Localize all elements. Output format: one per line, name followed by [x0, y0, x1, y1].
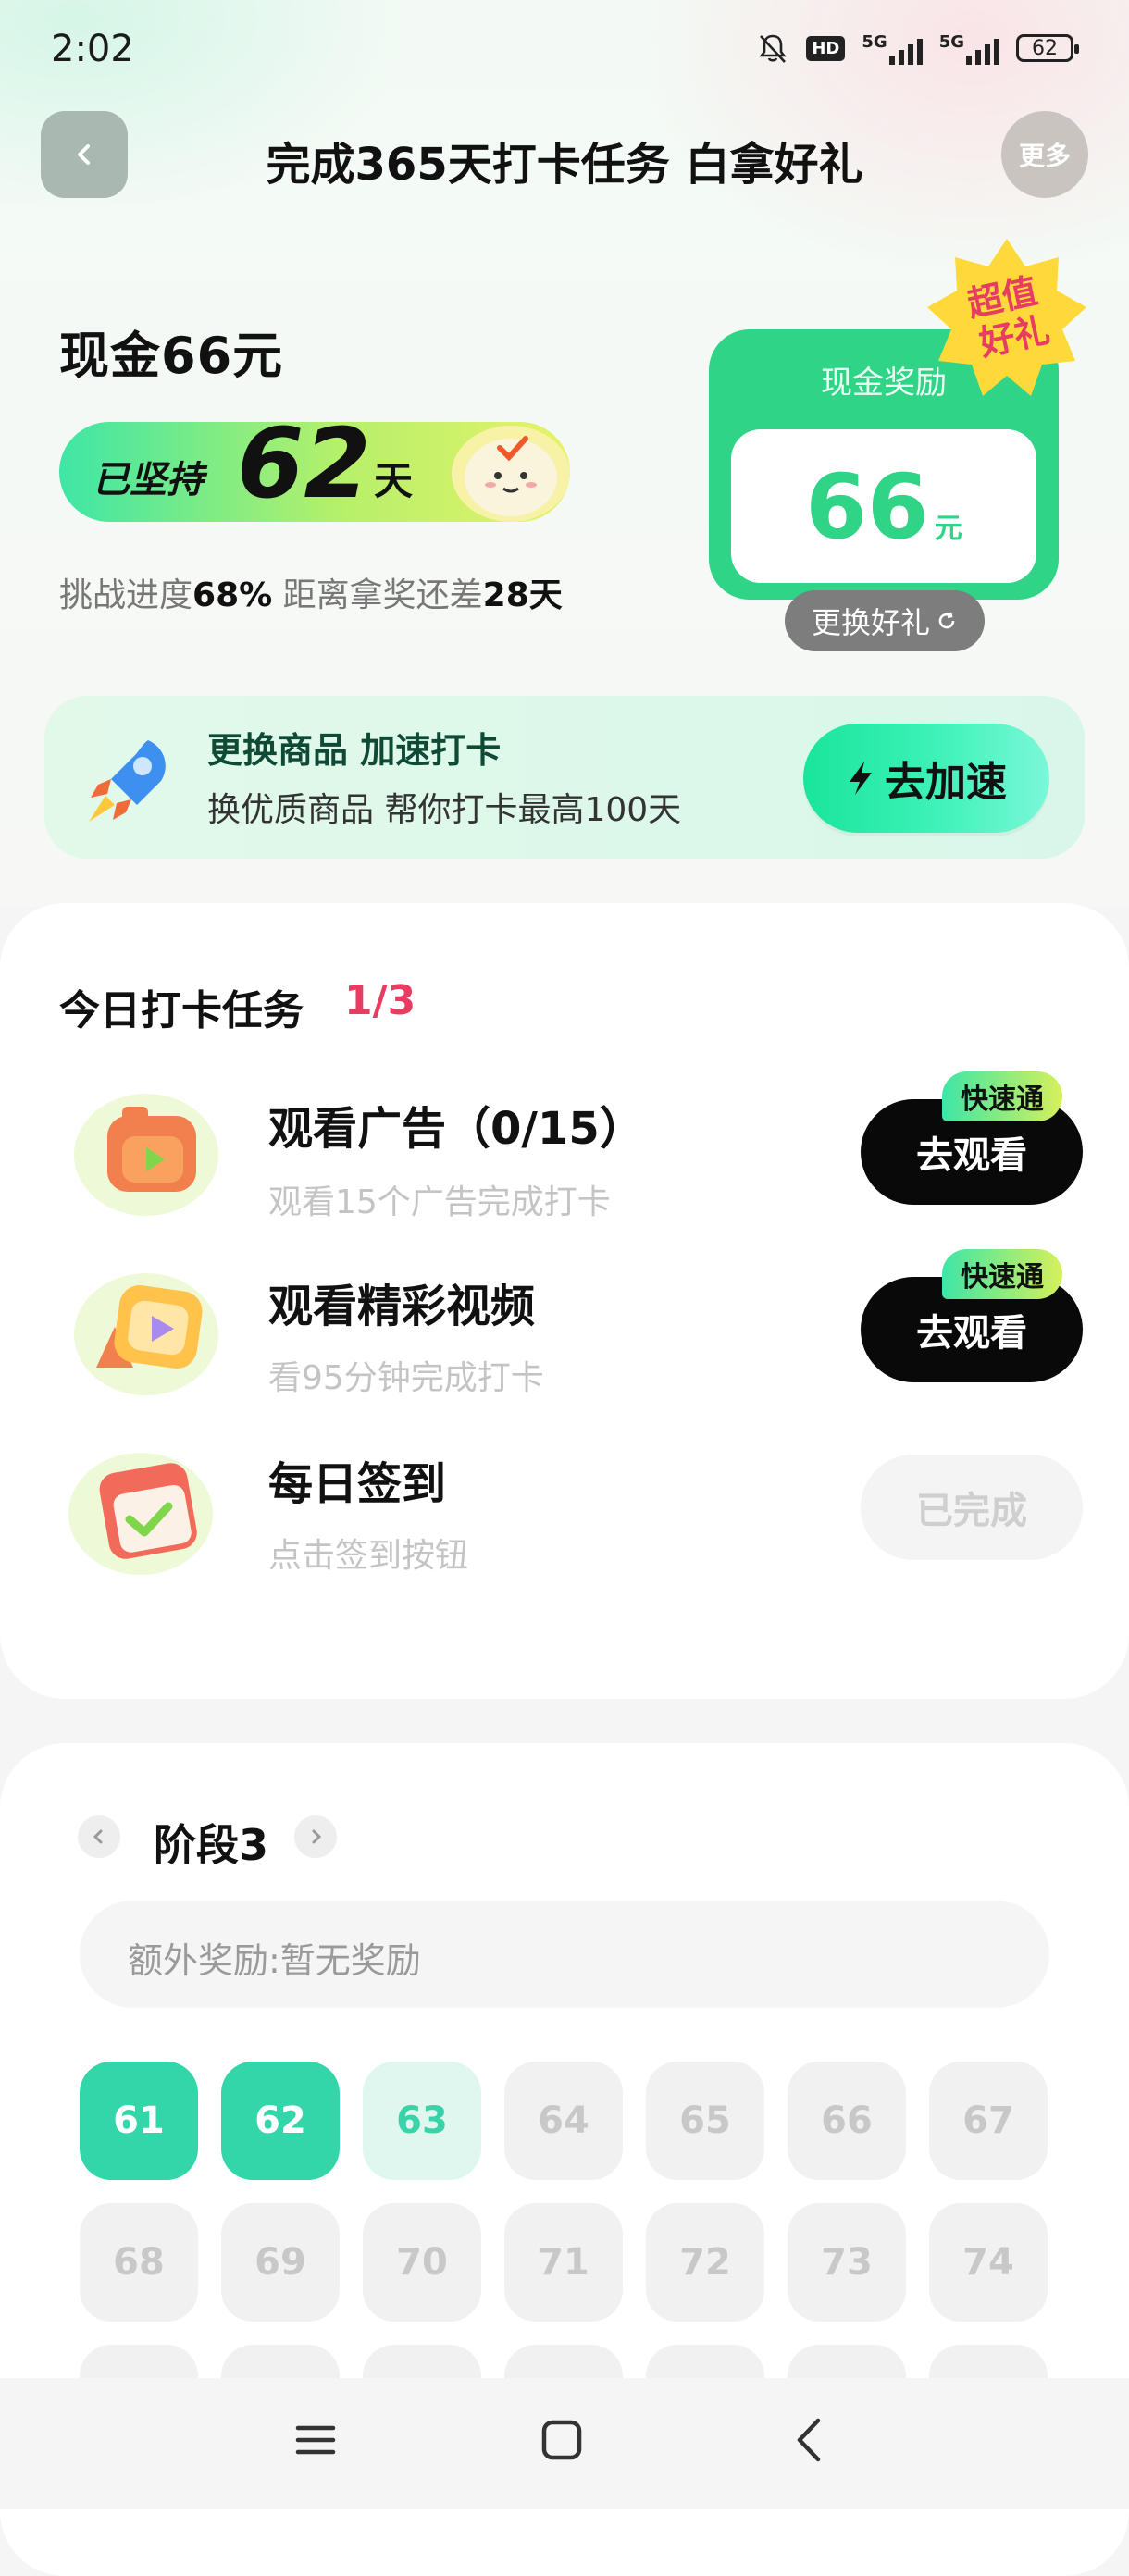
day-cell-partial [504, 2345, 623, 2382]
task-subtitle: 观看15个广告完成打卡 [268, 1183, 611, 1221]
signal-1: 5G [862, 32, 923, 65]
signal-2: 5G [939, 32, 999, 65]
day-cell-partial [929, 2345, 1048, 2382]
task-title: 观看精彩视频 [268, 1281, 536, 1332]
prev-stage-button[interactable] [78, 1815, 120, 1858]
mute-bell-icon [759, 34, 787, 63]
day-cell-63[interactable]: 63 [363, 2062, 481, 2180]
mascot-icon [452, 426, 570, 522]
task-subtitle: 看95分钟完成打卡 [268, 1359, 544, 1397]
persist-label: 已坚持 [93, 459, 204, 502]
refresh-icon [938, 612, 955, 629]
day-cell-71[interactable]: 71 [504, 2203, 623, 2322]
day-cell-70[interactable]: 70 [363, 2203, 481, 2322]
value-gift-badge: 超值 好礼 [927, 239, 1086, 396]
video-play-icon [74, 1273, 218, 1395]
home-icon[interactable] [540, 2419, 583, 2461]
task-title: 每日签到 [268, 1458, 447, 1510]
menu-icon[interactable] [294, 2419, 337, 2461]
day-cell-65[interactable]: 65 [646, 2062, 764, 2180]
fast-pass-tag: 快速通 [942, 1071, 1062, 1121]
day-cell-62[interactable]: 62 [221, 2062, 340, 2180]
tasks-title: 今日打卡任务 [59, 987, 304, 1034]
fast-pass-tag: 快速通 [942, 1249, 1062, 1299]
day-cell-73[interactable]: 73 [788, 2203, 906, 2322]
day-cell-64[interactable]: 64 [504, 2062, 623, 2180]
cash-title: 现金66元 [59, 327, 284, 385]
boost-subtitle: 换优质商品 帮你打卡最高100天 [207, 791, 682, 829]
day-cell-66[interactable]: 66 [788, 2062, 906, 2180]
task-subtitle: 点击签到按钮 [268, 1537, 469, 1575]
day-cell-partial [646, 2345, 764, 2382]
day-cell-72[interactable]: 72 [646, 2203, 764, 2322]
day-cell-partial [788, 2345, 906, 2382]
signal-bars-icon [888, 33, 923, 65]
chevron-right-icon [312, 1829, 322, 1844]
stage-title: 阶段3 [154, 1820, 269, 1870]
day-cell-partial [363, 2345, 481, 2382]
completed-button: 已完成 [861, 1455, 1083, 1560]
chevron-left-icon [93, 1829, 103, 1844]
boost-button[interactable]: 去加速 [803, 724, 1049, 833]
page-title: 完成365天打卡任务 白拿好礼 [266, 139, 863, 191]
status-icons: HD 5G 5G 62 [756, 31, 1079, 65]
bonus-text: 额外奖励:暂无奖励 [128, 1940, 421, 1981]
next-stage-button[interactable] [294, 1815, 337, 1858]
status-time: 2:02 [51, 28, 134, 70]
lightning-icon [850, 762, 872, 795]
calendar-check-icon [68, 1453, 213, 1575]
tasks-count: 1/3 [344, 977, 416, 1024]
day-cell-69[interactable]: 69 [221, 2203, 340, 2322]
more-button[interactable]: 更多 [1001, 111, 1088, 198]
day-cell-67[interactable]: 67 [929, 2062, 1048, 2180]
boost-title: 更换商品 加速打卡 [207, 730, 502, 771]
day-cell-partial [221, 2345, 340, 2382]
back-nav-icon[interactable] [788, 2417, 831, 2463]
rocket-icon [89, 740, 166, 822]
day-cell-68[interactable]: 68 [80, 2203, 198, 2322]
day-cell-partial [80, 2345, 198, 2382]
progress-text: 挑战进度68% 距离拿奖还差28天 [59, 576, 563, 614]
persist-unit: 天 [374, 458, 414, 503]
battery-icon: 62 [1016, 34, 1079, 62]
day-cell-61[interactable]: 61 [80, 2062, 198, 2180]
task-title: 观看广告（0/15） [268, 1103, 644, 1155]
change-gift-button[interactable]: 更换好礼 [785, 590, 985, 651]
signal-bars-icon [966, 33, 999, 65]
hd-badge: HD [806, 35, 846, 61]
reward-value: 66 元 [805, 455, 962, 559]
ad-tv-icon [74, 1094, 218, 1216]
day-cell-74[interactable]: 74 [929, 2203, 1048, 2322]
persist-days: 62 [237, 407, 371, 520]
